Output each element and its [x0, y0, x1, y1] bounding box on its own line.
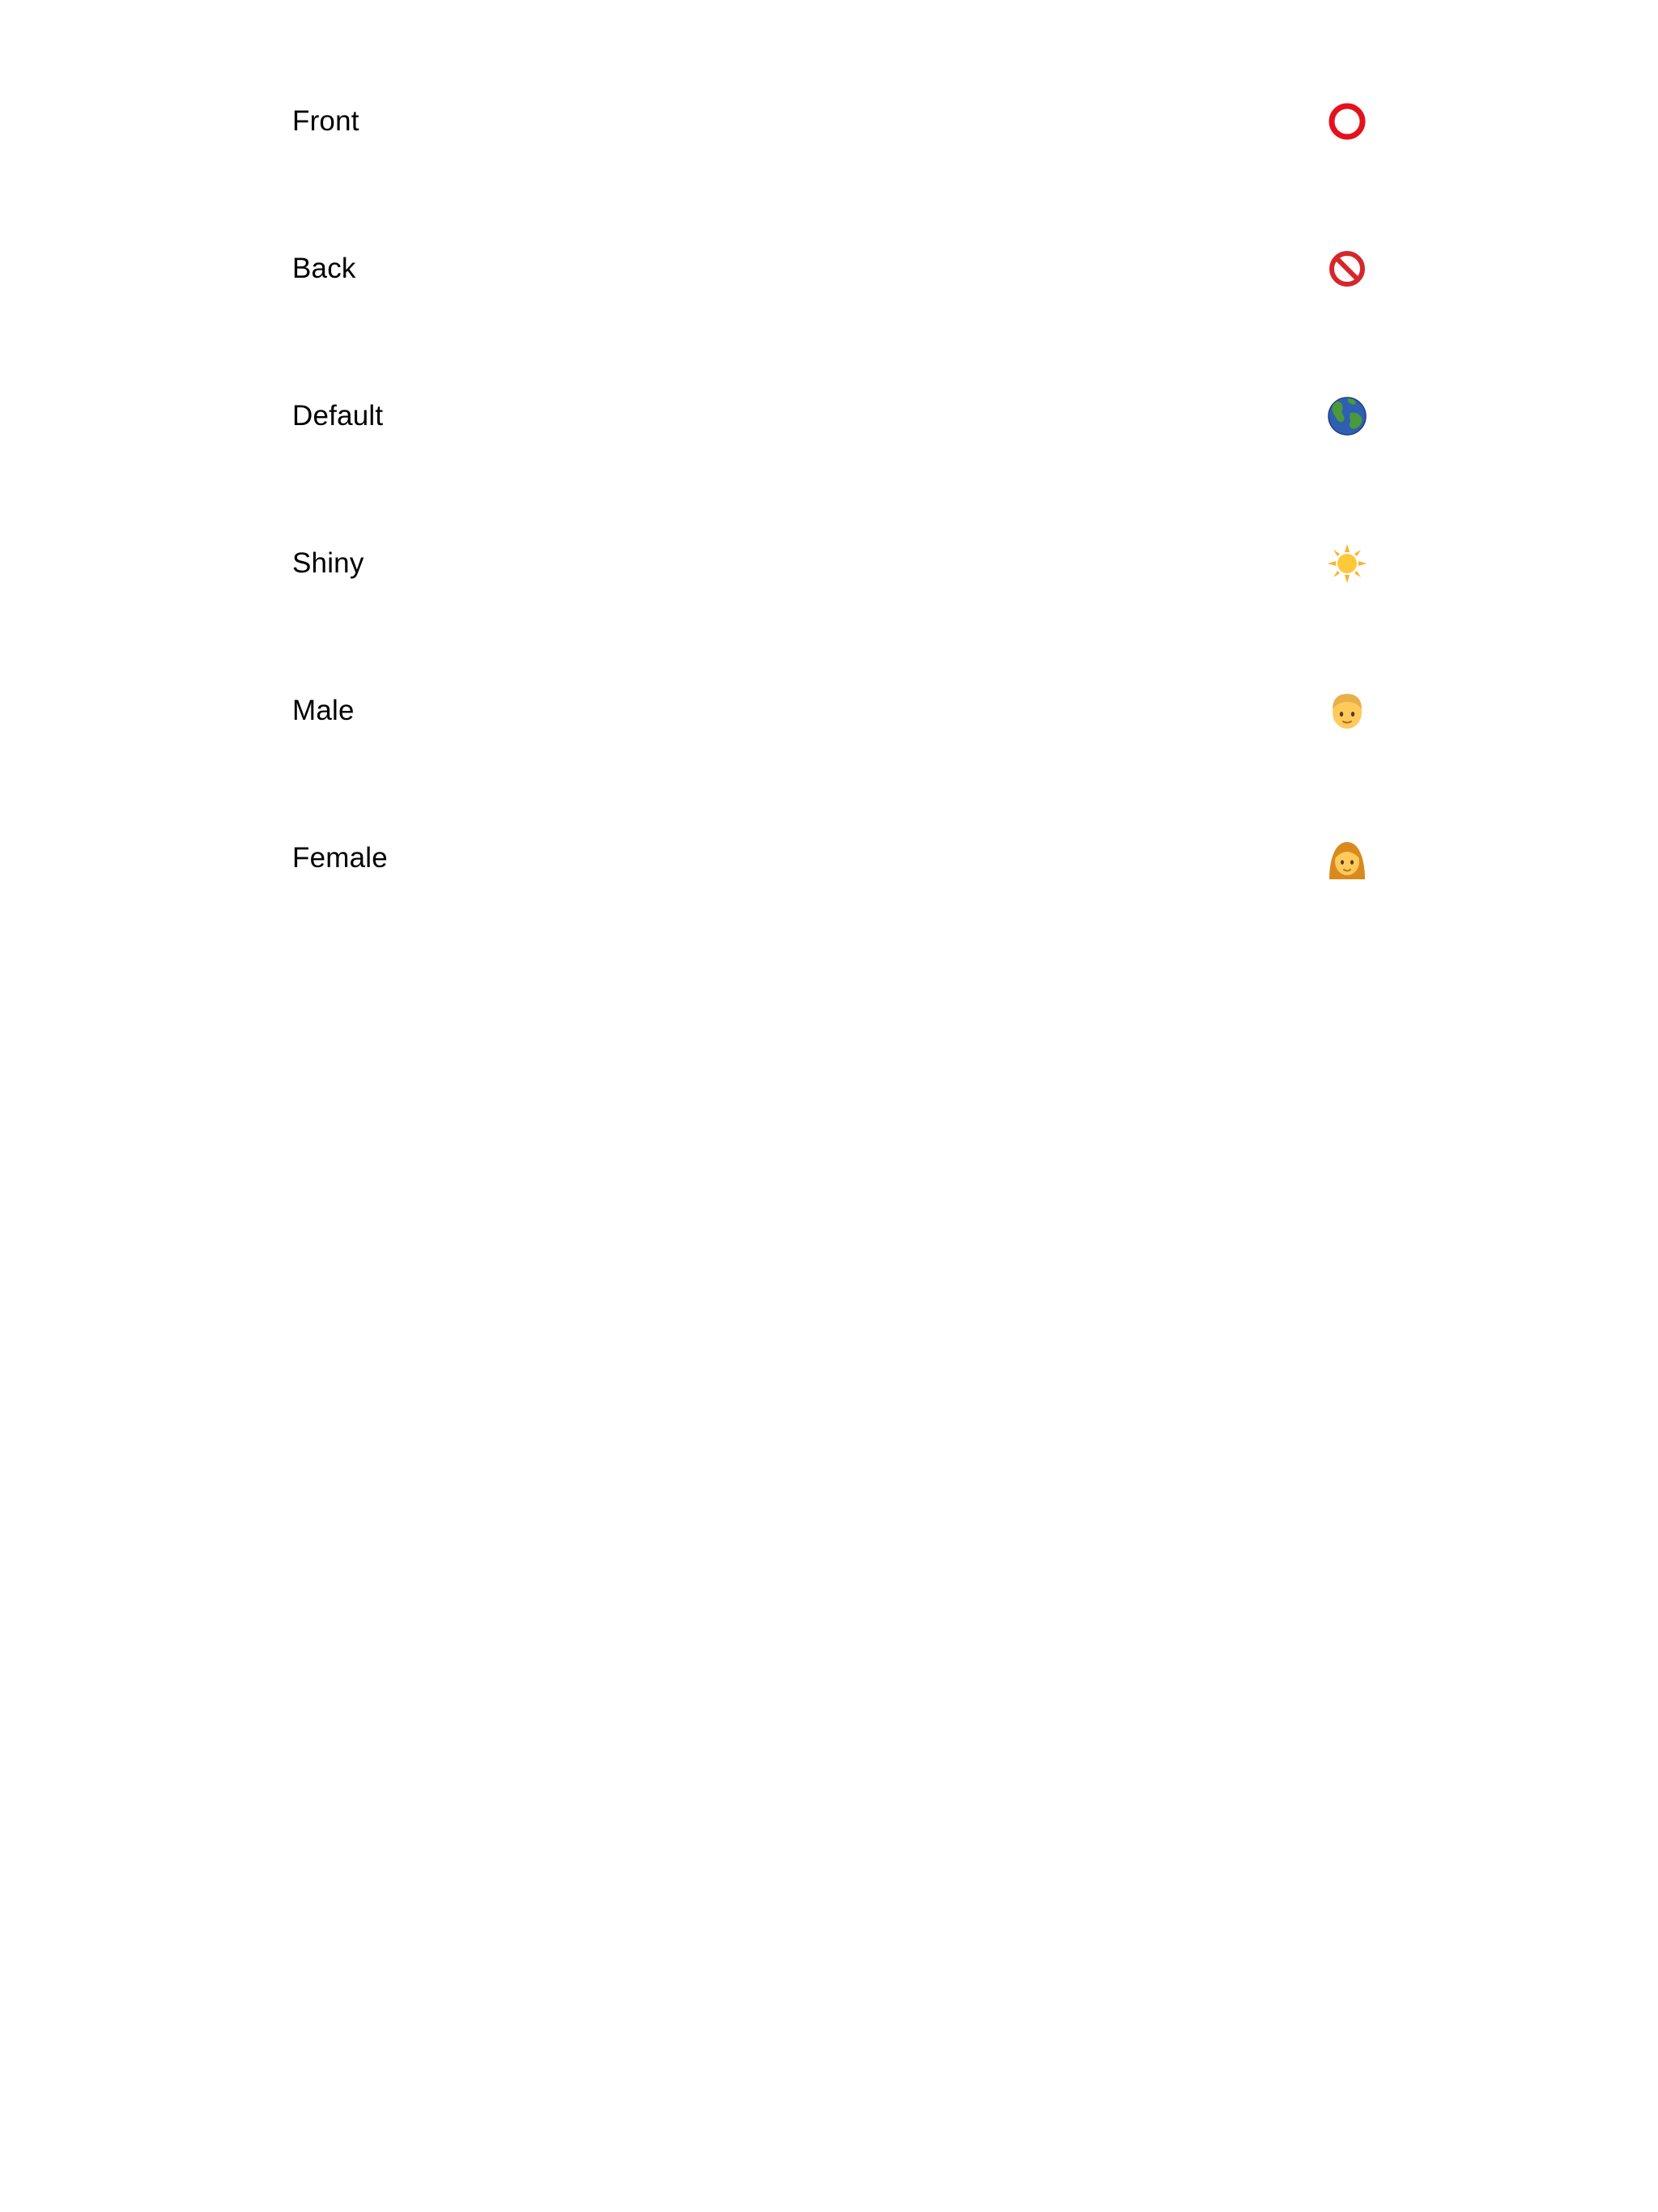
- woman-face-icon: [1326, 837, 1368, 879]
- option-back[interactable]: Back: [292, 195, 1375, 342]
- prohibited-icon: [1326, 248, 1368, 290]
- globe-icon: [1326, 395, 1368, 437]
- option-shiny[interactable]: Shiny: [292, 490, 1375, 637]
- option-female[interactable]: Female: [292, 785, 1375, 932]
- sun-icon: [1326, 542, 1368, 585]
- option-default[interactable]: Default: [292, 342, 1375, 490]
- option-male[interactable]: Male: [292, 637, 1375, 785]
- option-label: Front: [292, 105, 359, 137]
- option-label: Male: [292, 695, 355, 726]
- option-label: Back: [292, 253, 356, 284]
- option-front[interactable]: Front: [292, 48, 1375, 195]
- option-label: Female: [292, 842, 388, 874]
- boy-face-icon: [1326, 690, 1368, 732]
- options-list: Front Back Default Shiny Male Female: [292, 48, 1375, 932]
- hollow-red-circle-icon: [1326, 100, 1368, 143]
- option-label: Shiny: [292, 547, 364, 579]
- option-label: Default: [292, 400, 384, 432]
